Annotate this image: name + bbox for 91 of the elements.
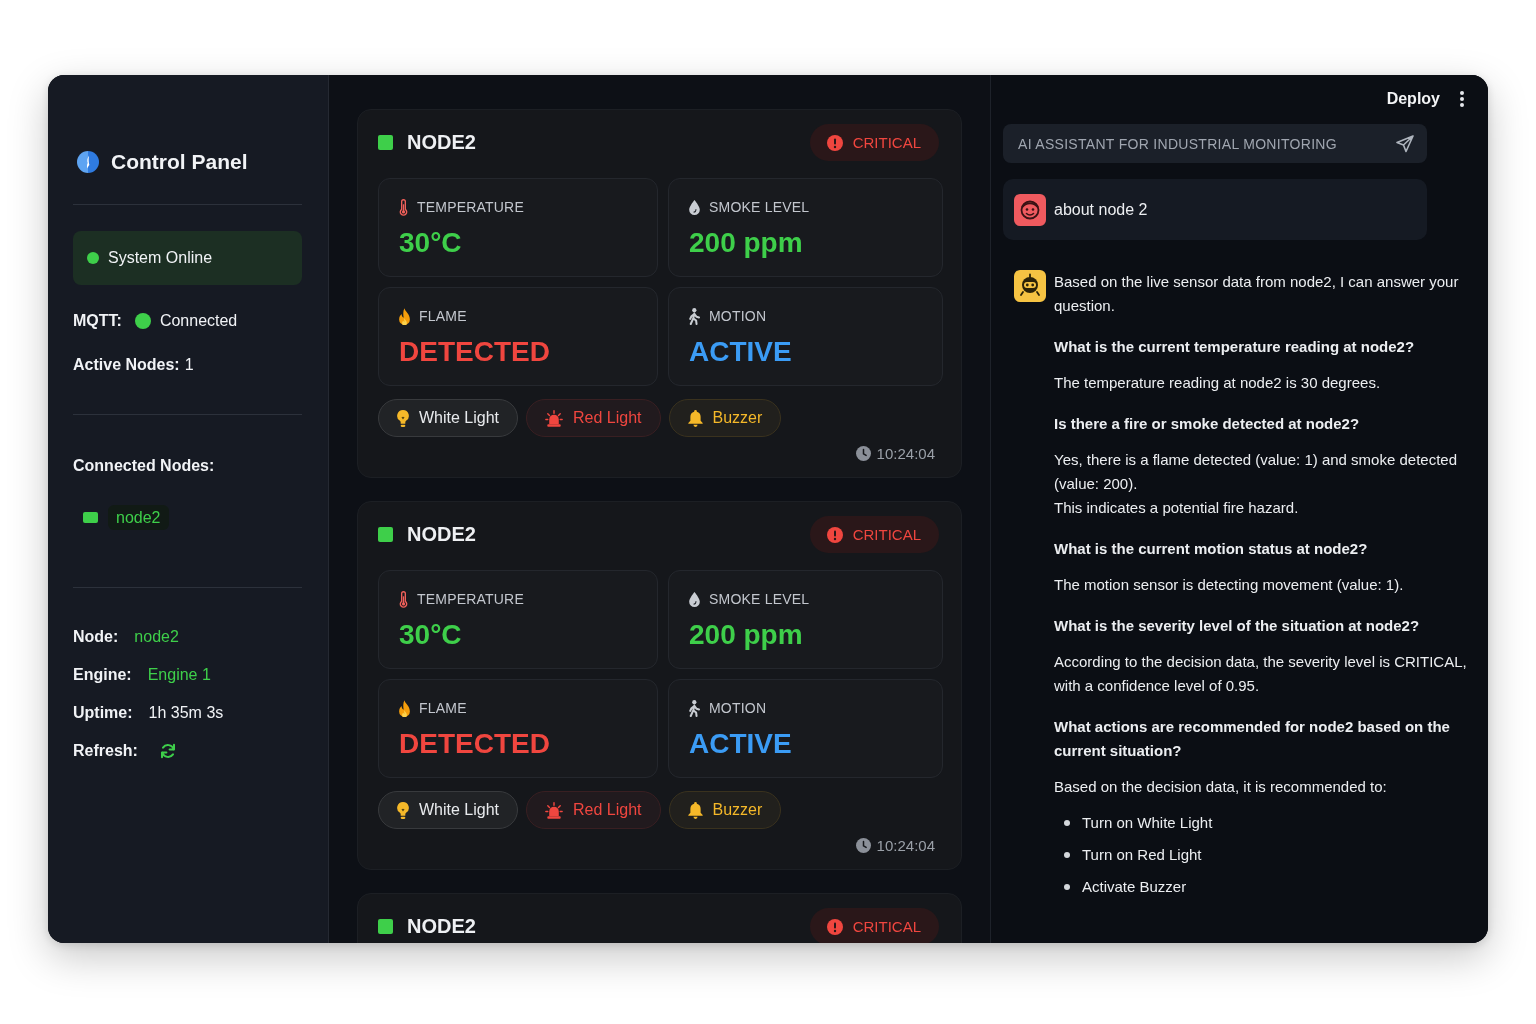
node-title: NODE2 xyxy=(407,131,476,154)
node-title: NODE2 xyxy=(407,523,476,546)
sensor-value: 200 ppm xyxy=(689,618,803,652)
timestamp: 10:24:04 xyxy=(876,444,935,462)
actuator-label: Red Light xyxy=(573,409,642,427)
lightbulb-icon xyxy=(397,801,409,819)
detail-label: Engine: xyxy=(73,665,132,685)
walking-person-icon xyxy=(689,307,700,325)
logo-icon xyxy=(77,151,99,173)
severity-label: CRITICAL xyxy=(852,918,921,935)
severity-label: CRITICAL xyxy=(852,134,921,151)
active-nodes-label: Active Nodes: xyxy=(73,355,180,375)
lightbulb-icon xyxy=(397,409,409,427)
answer-text: This indicates a potential fire hazard. xyxy=(1054,498,1300,518)
siren-icon xyxy=(545,409,564,427)
thermometer-icon xyxy=(399,198,408,216)
sensor-value: ACTIVE xyxy=(689,727,792,761)
mqtt-label: MQTT: xyxy=(73,311,122,331)
flame-icon xyxy=(399,307,410,325)
severity-label: CRITICAL xyxy=(852,526,921,543)
active-nodes-count: 1 xyxy=(184,355,194,375)
status-text: System Online xyxy=(108,248,213,268)
list-item-text: Turn on White Light xyxy=(1082,813,1213,833)
sensor-label: MOTION xyxy=(709,308,767,324)
sensor-value: 30°C xyxy=(399,618,462,652)
deploy-button[interactable]: Deploy xyxy=(1386,88,1440,110)
sensor-label: MOTION xyxy=(709,700,767,716)
sensor-value: DETECTED xyxy=(399,335,550,369)
send-icon[interactable] xyxy=(1396,135,1414,153)
clock-icon xyxy=(855,445,871,461)
alert-icon xyxy=(826,134,843,151)
sensor-label: SMOKE LEVEL xyxy=(709,199,810,215)
sensor-label: TEMPERATURE xyxy=(417,199,524,215)
siren-icon xyxy=(545,801,564,819)
actuator-label: Red Light xyxy=(573,801,642,819)
actuator-label: White Light xyxy=(419,801,500,819)
list-item-text: Activate Buzzer xyxy=(1082,877,1187,897)
mqtt-status: Connected xyxy=(159,311,238,331)
question-text: What is the current motion status at node2? xyxy=(1054,539,1369,559)
answer-text: Yes, there is a flame detected (value: 1) and smoke detected (value: 200). xyxy=(1054,450,1458,494)
detail-label: Node: xyxy=(73,627,119,647)
sensor-label: SMOKE LEVEL xyxy=(709,591,810,607)
detail-label: Uptime: xyxy=(73,703,133,723)
chat-input-field[interactable]: AI ASSISTANT FOR INDUSTRIAL MONITORING xyxy=(1003,124,1427,163)
bullet-icon xyxy=(1064,820,1070,826)
node-list-item[interactable]: node2 xyxy=(108,505,169,530)
flame-icon xyxy=(399,699,410,717)
detail-value: 1h 35m 3s xyxy=(148,703,224,723)
sensor-value: 30°C xyxy=(399,226,462,260)
bullet-icon xyxy=(1064,884,1070,890)
clock-icon xyxy=(855,837,871,853)
walking-person-icon xyxy=(689,699,700,717)
node-title: NODE2 xyxy=(407,915,476,938)
actuator-label: White Light xyxy=(419,409,500,427)
detail-label: Refresh: xyxy=(73,741,138,761)
sensor-label: FLAME xyxy=(419,308,467,324)
question-text: What is the current temperature reading at node2? xyxy=(1054,337,1416,357)
answer-text: The motion sensor is detecting movement (value: 1). xyxy=(1054,575,1405,595)
thermometer-icon xyxy=(399,590,408,608)
app-title: Control Panel xyxy=(111,149,248,175)
bell-icon xyxy=(687,801,703,819)
sensor-value: DETECTED xyxy=(399,727,550,761)
actuator-label: Buzzer xyxy=(712,801,763,819)
answer-text: Based on the decision data, it is recommended to: xyxy=(1054,777,1388,797)
question-text: What is the severity level of the situation at node2? xyxy=(1054,616,1421,636)
bullet-icon xyxy=(1064,852,1070,858)
answer-text: According to the decision data, the severity level is CRITICAL, with a confidence level of 0.95. xyxy=(1054,652,1468,696)
alert-icon xyxy=(826,918,843,935)
more-menu-icon[interactable] xyxy=(1460,91,1464,107)
question-text: What actions are recommended for node2 based on the current situation? xyxy=(1054,717,1451,761)
sensor-label: FLAME xyxy=(419,700,467,716)
sensor-label: TEMPERATURE xyxy=(417,591,524,607)
alert-icon xyxy=(826,526,843,543)
refresh-icon[interactable] xyxy=(159,743,176,759)
detail-value: node2 xyxy=(134,627,179,647)
droplet-icon xyxy=(689,591,700,607)
message-text: about node 2 xyxy=(1054,200,1148,219)
question-text: Is there a fire or smoke detected at node2? xyxy=(1054,414,1361,434)
sensor-value: ACTIVE xyxy=(689,335,792,369)
section-heading: Connected Nodes: xyxy=(73,456,216,476)
user-avatar-icon xyxy=(1014,193,1046,226)
bell-icon xyxy=(687,409,703,427)
detail-value: Engine 1 xyxy=(147,665,211,685)
timestamp: 10:24:04 xyxy=(876,836,935,854)
answer-text: Based on the live sensor data from node2, I can answer your question. xyxy=(1054,272,1460,316)
list-item-text: Turn on Red Light xyxy=(1082,845,1202,865)
bot-avatar-icon xyxy=(1014,270,1046,302)
droplet-icon xyxy=(689,199,700,215)
answer-text: The temperature reading at node2 is 30 degrees. xyxy=(1054,373,1382,393)
actuator-label: Buzzer xyxy=(712,409,763,427)
sensor-value: 200 ppm xyxy=(689,226,803,260)
